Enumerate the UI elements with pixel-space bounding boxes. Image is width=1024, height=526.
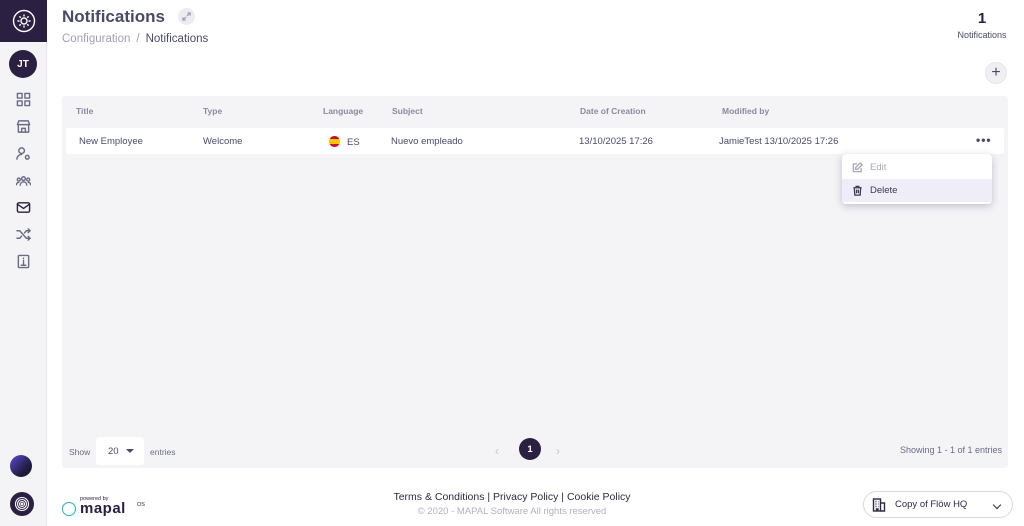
mail-icon	[16, 202, 31, 213]
expand-button[interactable]	[178, 8, 195, 25]
chevron-down-icon	[992, 500, 1002, 510]
row-language: ES	[329, 136, 360, 148]
page-size-select[interactable]: 20	[96, 437, 144, 465]
workspace-avatar[interactable]	[10, 455, 32, 477]
showing-entries-text: Showing 1 - 1 of 1 entries	[899, 445, 1002, 455]
menu-item-delete[interactable]: Delete	[842, 179, 992, 202]
notifications-counter: 1 Notifications	[952, 10, 1012, 40]
legal-links[interactable]: Terms & Conditions | Privacy Policy | Co…	[360, 491, 664, 503]
info-book-icon	[17, 254, 30, 269]
row-type: Welcome	[203, 136, 243, 147]
sidebar-item-help[interactable]	[0, 248, 47, 275]
page-size-value: 20	[108, 445, 119, 457]
gear-icon	[12, 9, 35, 33]
grid-icon	[16, 92, 31, 107]
edit-icon	[852, 162, 863, 173]
table-row[interactable]: New Employee Welcome ES Nuevo empleado 1…	[66, 128, 1004, 154]
pagination-page-1[interactable]: 1	[519, 438, 541, 460]
column-subject[interactable]: Subject	[392, 106, 423, 116]
sidebar: JT	[0, 0, 47, 526]
shuffle-icon	[16, 228, 31, 241]
breadcrumb-parent[interactable]: Configuration	[62, 33, 130, 45]
copyright: © 2020 - MAPAL Software All rights reser…	[417, 506, 607, 517]
spain-flag-icon	[329, 136, 340, 147]
table-header: Title Type Language Subject Date of Crea…	[62, 96, 1008, 124]
row-title: New Employee	[79, 136, 143, 147]
column-type[interactable]: Type	[203, 106, 222, 116]
row-actions-menu: Edit Delete	[842, 154, 992, 204]
plus-icon: +	[991, 64, 1001, 81]
menu-item-edit[interactable]: Edit	[842, 156, 992, 179]
menu-item-edit-label: Edit	[870, 162, 887, 173]
column-title[interactable]: Title	[76, 106, 93, 116]
column-modified-by[interactable]: Modified by	[722, 106, 769, 116]
user-settings-icon	[16, 147, 30, 160]
app-logo[interactable]	[0, 0, 47, 42]
menu-item-delete-label: Delete	[870, 185, 898, 196]
organization-name: Copy of Flöw HQ	[895, 499, 968, 510]
chevron-down-icon	[126, 449, 134, 453]
mapal-mark-icon	[62, 502, 76, 516]
show-label: Show	[69, 447, 91, 457]
sidebar-item-notifications[interactable]	[0, 194, 47, 221]
expand-icon	[182, 12, 191, 21]
team-icon	[16, 176, 31, 186]
sidebar-item-integrations[interactable]	[0, 221, 47, 248]
column-date-of-creation[interactable]: Date of Creation	[580, 106, 646, 116]
sidebar-item-teams[interactable]	[0, 167, 47, 194]
page-title: Notifications	[62, 7, 165, 26]
row-date-created: 13/10/2025 17:26	[579, 136, 653, 147]
row-language-code: ES	[347, 137, 360, 148]
counter-label: Notifications	[957, 30, 1007, 40]
brand-wordmark: mapal	[80, 500, 126, 517]
sidebar-item-dashboard[interactable]	[0, 86, 47, 113]
row-modified-by: JamieTest 13/10/2025 17:26	[719, 136, 839, 147]
sidebar-nav	[0, 86, 47, 275]
trash-icon	[853, 185, 862, 196]
breadcrumb-separator: /	[136, 33, 140, 45]
fingerprint-button[interactable]	[10, 492, 34, 516]
mapal-logo: powered by mapal OS	[62, 496, 152, 520]
pagination-next[interactable]: ›	[556, 444, 560, 458]
legal-footer: Terms & Conditions | Privacy Policy | Co…	[360, 491, 664, 517]
entries-label: entries	[150, 447, 176, 457]
breadcrumb: Configuration / Notifications	[62, 33, 208, 45]
organization-select[interactable]: Copy of Flöw HQ	[863, 491, 1013, 518]
column-language[interactable]: Language	[323, 106, 363, 116]
pagination-prev[interactable]: ‹	[495, 444, 499, 458]
fingerprint-icon	[14, 496, 30, 512]
row-subject: Nuevo empleado	[391, 136, 463, 147]
row-actions-button[interactable]: •••	[976, 133, 992, 147]
building-icon	[872, 497, 886, 512]
brand-suffix: OS	[137, 502, 145, 508]
user-avatar[interactable]: JT	[9, 50, 37, 78]
notifications-table: Title Type Language Subject Date of Crea…	[62, 96, 1008, 468]
counter-value: 1	[977, 10, 987, 27]
sidebar-item-stores[interactable]	[0, 113, 47, 140]
breadcrumb-current: Notifications	[145, 33, 209, 45]
add-notification-button[interactable]: +	[985, 62, 1007, 84]
sidebar-item-users[interactable]	[0, 140, 47, 167]
store-icon	[16, 120, 31, 133]
